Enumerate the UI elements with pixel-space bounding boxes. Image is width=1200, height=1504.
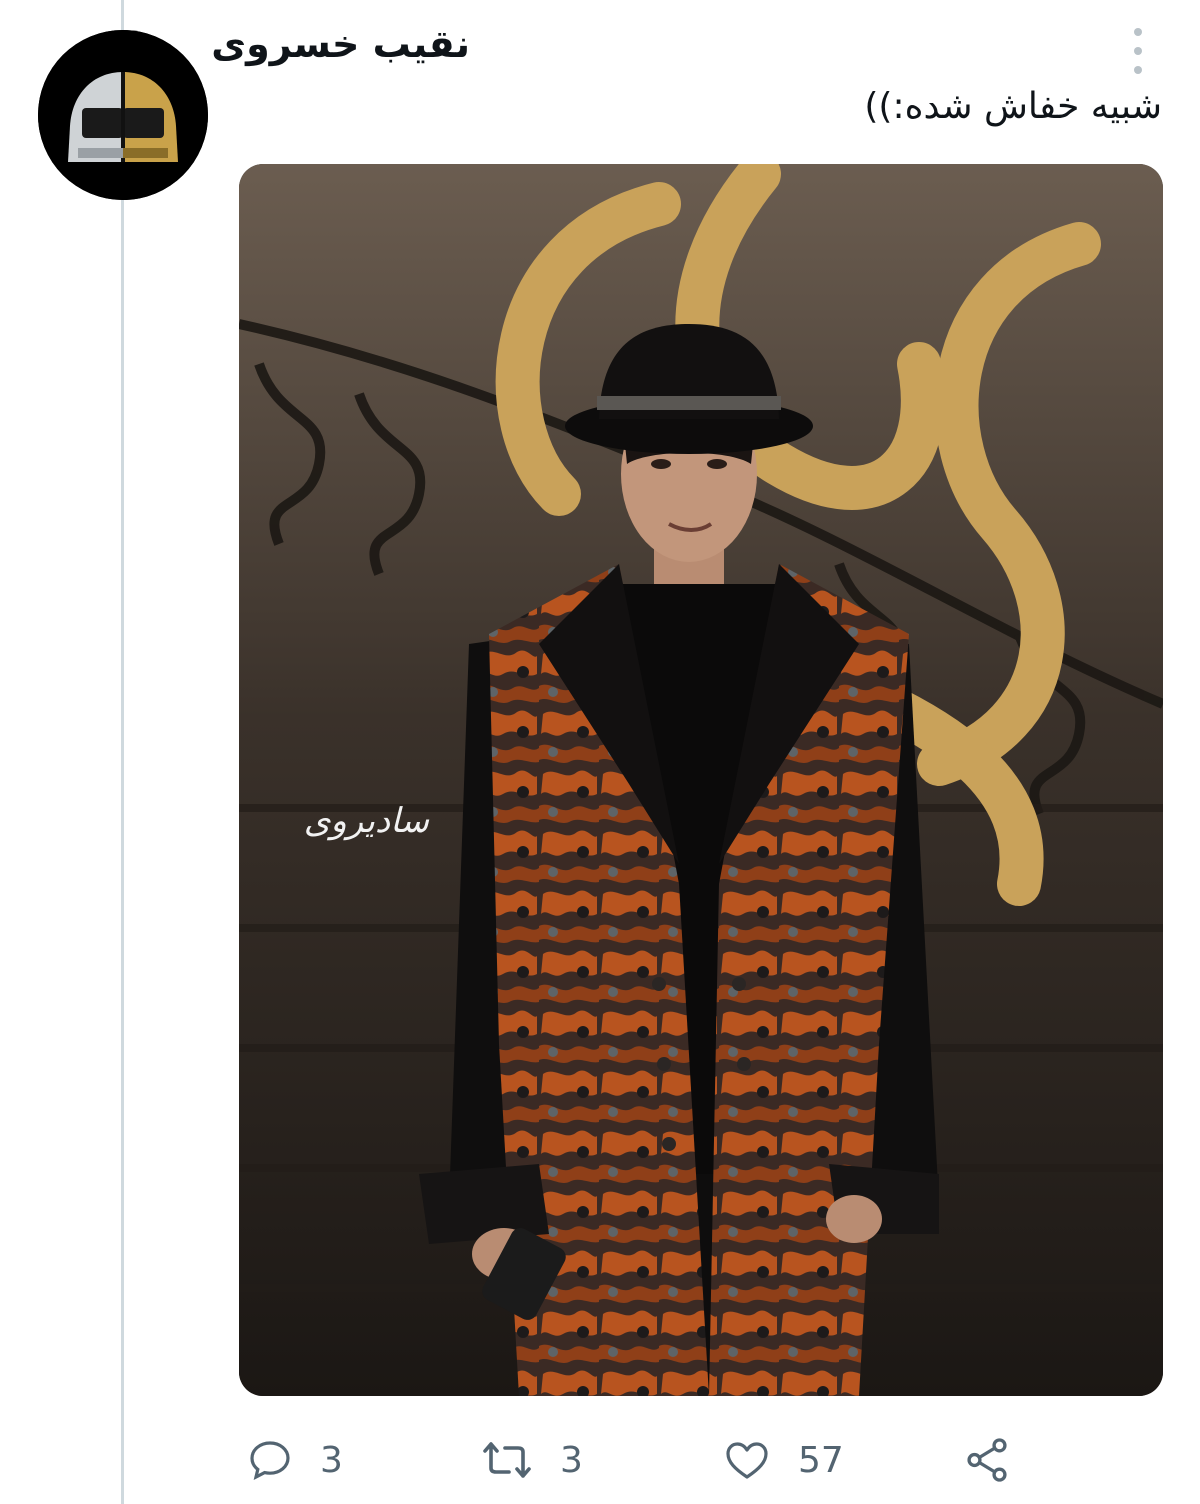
photo-illustration: سادیروی: [239, 164, 1163, 1396]
retweet-count: 3: [560, 1439, 583, 1481]
thread-line: [121, 0, 124, 1504]
tweet-actions: 3 3 57: [0, 1430, 1200, 1490]
retweet-icon: [483, 1442, 531, 1478]
reply-count: 3: [320, 1439, 343, 1481]
share-icon: [967, 1438, 1007, 1482]
author-name[interactable]: نقیب خسروی: [211, 22, 470, 66]
helmet-avatar-image: [38, 30, 208, 200]
tweet-photo[interactable]: سادیروی: [239, 164, 1163, 1396]
heart-icon: [726, 1442, 768, 1479]
avatar[interactable]: [38, 30, 208, 200]
reply-button[interactable]: 3: [246, 1430, 343, 1490]
more-options-icon[interactable]: [1126, 28, 1150, 74]
reply-icon: [250, 1441, 290, 1481]
photo-watermark: سادیروی: [304, 801, 430, 841]
like-count: 57: [798, 1439, 844, 1481]
tweet-text: شبیه خفاش شده:)): [864, 86, 1162, 127]
share-button[interactable]: [962, 1430, 1012, 1490]
tweet-container: نقیب خسروی شبیه خفاش شده:)) سادیروی 3 3 …: [0, 0, 1200, 1504]
retweet-button[interactable]: 3: [480, 1430, 583, 1490]
like-button[interactable]: 57: [722, 1430, 844, 1490]
